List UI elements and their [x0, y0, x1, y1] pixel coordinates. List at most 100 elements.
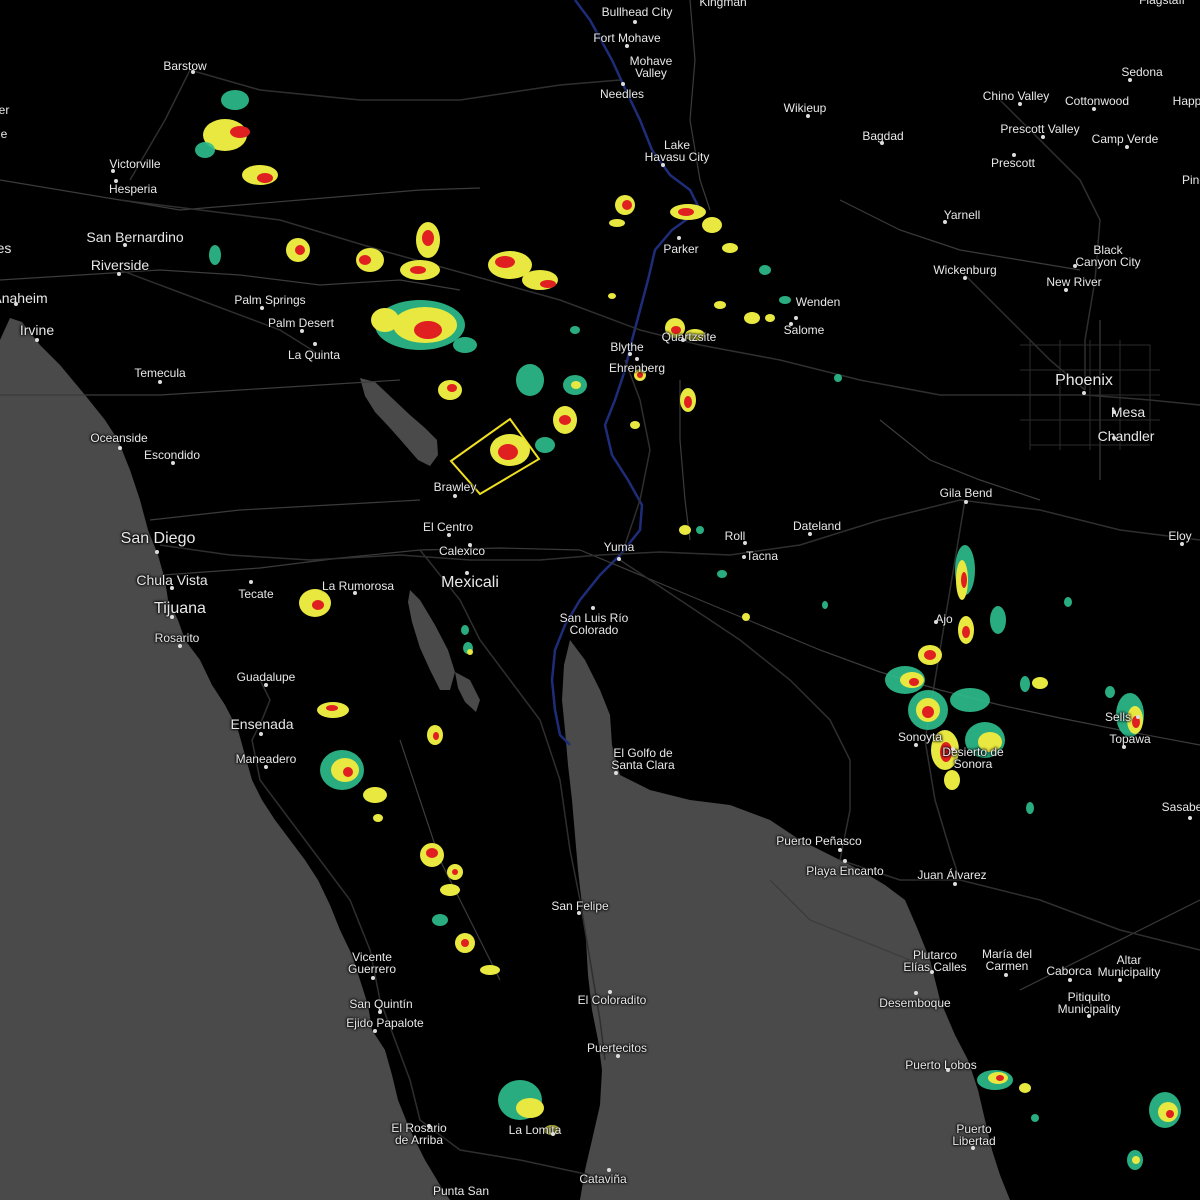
place-marker [170, 615, 174, 619]
radar-cell [961, 572, 967, 588]
radar-cell [996, 1075, 1004, 1081]
radar-map[interactable]: Bullhead City Kingman Flagstaff Fort Mohave… [0, 0, 1200, 1200]
place-label: Rosarito [154, 631, 200, 645]
place-label: Flagstaff [1139, 0, 1185, 7]
radar-cell [540, 280, 556, 288]
place-label: Maneadero [235, 752, 297, 766]
place-marker [794, 316, 798, 320]
place-label: Wikieup [783, 101, 827, 115]
place-marker [806, 114, 810, 118]
place-marker [1004, 973, 1008, 977]
radar-cell [990, 606, 1006, 634]
place-marker [300, 329, 304, 333]
place-marker [621, 82, 625, 86]
radar-cell [922, 706, 934, 718]
place-marker [838, 848, 842, 852]
place-label: Wickenburg [933, 263, 997, 277]
radar-cell [765, 314, 775, 322]
place-marker [373, 1029, 377, 1033]
radar-cell [516, 364, 544, 396]
place-marker [178, 644, 182, 648]
place-marker [249, 580, 253, 584]
place-label: Tecate [238, 587, 274, 601]
radar-cell [1032, 677, 1048, 689]
place-label: El Golfo de Santa Clara [611, 746, 675, 772]
place-label: Lake Havasu City [644, 138, 710, 164]
radar-cell [822, 601, 828, 609]
radar-cell [608, 293, 616, 299]
place-label: Puerto Peñasco [776, 834, 862, 848]
radar-cell [295, 245, 305, 255]
place-marker [155, 550, 159, 554]
radar-cell [571, 381, 581, 389]
place-label: Victorville [109, 157, 161, 171]
place-marker [158, 380, 162, 384]
radar-cell [609, 219, 625, 227]
place-label: Mexicali [441, 574, 499, 591]
radar-cell [452, 869, 458, 875]
radar-cell [359, 255, 371, 265]
place-marker [789, 322, 793, 326]
radar-cell [1019, 1083, 1031, 1093]
place-label: Needles [599, 87, 645, 101]
place-marker [1136, 715, 1140, 719]
place-label: Blythe [610, 340, 644, 354]
place-label: Wenden [795, 295, 841, 309]
radar-cell [759, 265, 771, 275]
place-marker [742, 555, 746, 559]
radar-cell [535, 437, 555, 453]
radar-cell [722, 243, 738, 253]
radar-cell [410, 266, 426, 274]
place-marker [1125, 145, 1129, 149]
place-label: Mohave Valley [629, 54, 673, 80]
place-label: Tacna [745, 549, 779, 563]
place-label: San Bernardino [86, 229, 184, 245]
place-marker [661, 163, 665, 167]
place-marker [628, 352, 632, 356]
place-label: María del Carmen [981, 947, 1033, 973]
place-marker [577, 911, 581, 915]
place-label: Calexico [438, 544, 486, 558]
place-label: Sedona [1121, 65, 1163, 79]
radar-cell [461, 625, 469, 635]
radar-cell [717, 570, 727, 578]
radar-cell [684, 396, 692, 408]
place-marker [971, 1146, 975, 1150]
place-label: Riverside [90, 257, 150, 273]
place-marker [1188, 816, 1192, 820]
radar-cell [343, 767, 353, 777]
radar-cell [1105, 686, 1115, 698]
radar-cell [630, 421, 640, 429]
place-marker [1112, 436, 1116, 440]
place-marker [635, 357, 639, 361]
place-label: Prescott [990, 156, 1036, 170]
place-label: Topawa [1109, 732, 1151, 746]
place-marker [1092, 107, 1096, 111]
radar-cell [679, 525, 691, 535]
place-marker [264, 683, 268, 687]
place-label: Pine [1181, 173, 1200, 187]
place-marker [951, 747, 955, 751]
radar-cell [1031, 1114, 1039, 1122]
place-label: Juan Álvarez [917, 868, 987, 882]
radar-cell [312, 600, 324, 610]
place-label: Mesa [1110, 404, 1146, 420]
radar-cell [909, 678, 919, 686]
radar-cell [622, 200, 632, 210]
place-label: El Rosario de Arriba [391, 1121, 447, 1147]
place-label: Prescott Valley [1000, 122, 1080, 136]
place-label: es [0, 240, 12, 256]
place-marker [118, 446, 122, 450]
radar-cell [257, 173, 273, 183]
place-marker [914, 743, 918, 747]
radar-cell [962, 626, 970, 638]
radar-cell [779, 296, 791, 304]
radar-cell [432, 914, 448, 926]
place-label: Plutarco Elías Calles [903, 948, 967, 974]
place-label: Playa Encanto [806, 864, 884, 878]
place-marker [468, 543, 472, 547]
place-marker [681, 338, 685, 342]
place-label: El Coloradito [577, 993, 647, 1007]
place-label: Puertecitos [586, 1041, 648, 1055]
place-marker [843, 859, 847, 863]
